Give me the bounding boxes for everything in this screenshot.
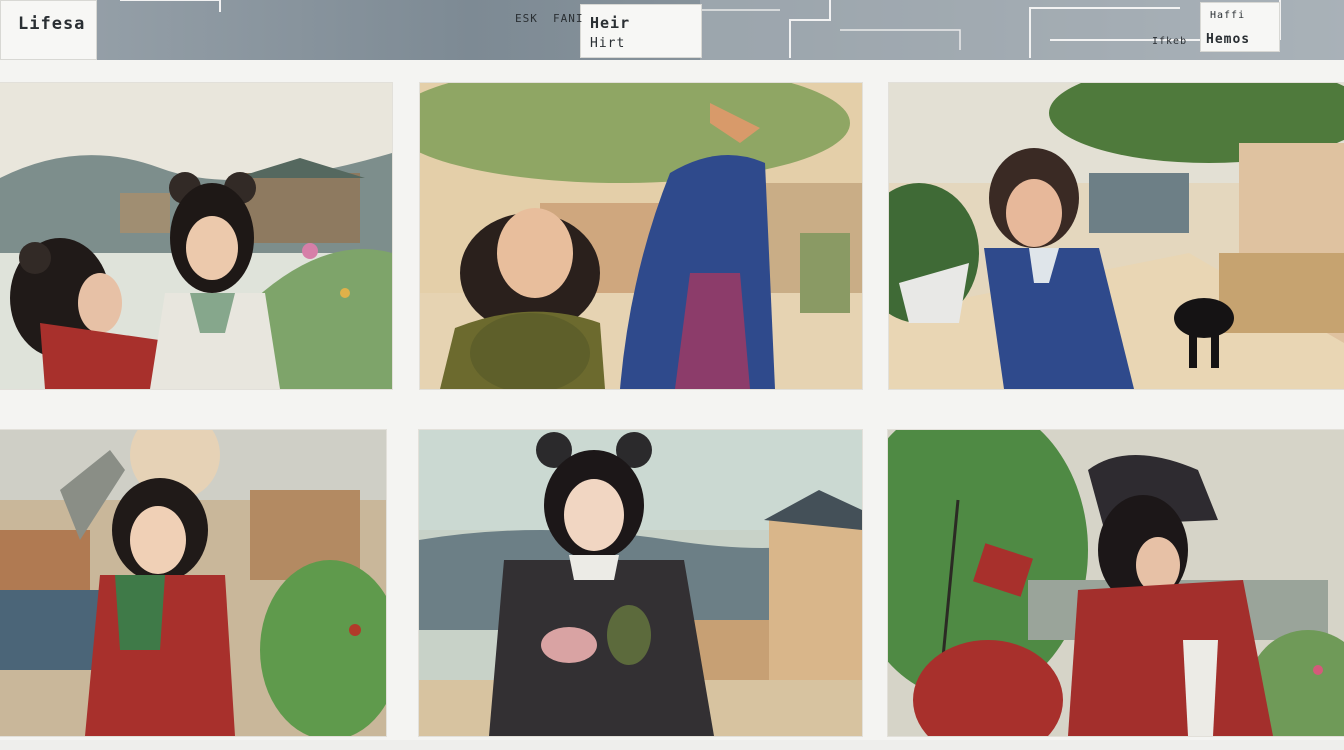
illustration: [0, 83, 392, 389]
panel-girl-red-cloak-bowing: [888, 430, 1344, 736]
banner-scribble: FANI: [553, 12, 584, 25]
panel-girl-red-robe-rooftops: [0, 430, 386, 736]
banner-scribble: Lifesa: [18, 14, 86, 34]
illustration: [888, 430, 1344, 736]
banner-scribble: Hirt: [590, 36, 626, 51]
banner-scribble: Haffi: [1210, 10, 1246, 21]
banner-scribble: Hemos: [1206, 32, 1251, 47]
banner-scribble: Ifkeb: [1152, 36, 1188, 47]
panel-girl-green-robe-blue-figure: [420, 83, 862, 389]
bottom-margin: [0, 740, 1344, 750]
illustration: [420, 83, 862, 389]
illustration: [889, 83, 1344, 389]
banner-scribble: ESK: [515, 12, 538, 25]
illustration: [419, 430, 862, 736]
panel-two-girls-hill-village: [0, 83, 392, 389]
illustration: [0, 430, 386, 736]
panel-girl-blue-robe-street-dog: [889, 83, 1344, 389]
banner-scribble: Heir: [590, 14, 631, 32]
panel-girl-hood-holding-bird: [419, 430, 862, 736]
top-banner-strip: Lifesa ESK FANI Heir Hirt Haffi Ifkeb He…: [0, 0, 1344, 60]
